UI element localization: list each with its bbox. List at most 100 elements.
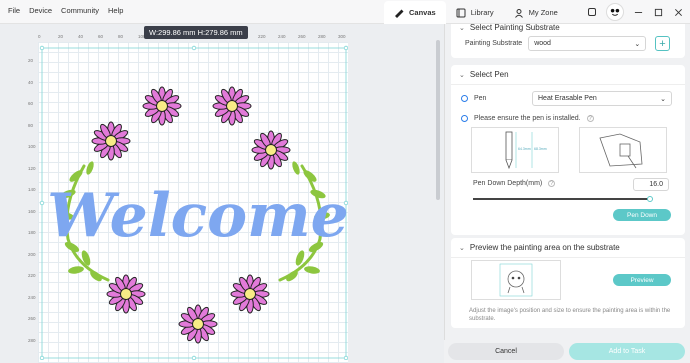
ruler-tick-label: 20 bbox=[28, 58, 34, 63]
settings-panel: ⌄ Select Painting Substrate Painting Sub… bbox=[444, 24, 690, 363]
ruler-tick-label: 260 bbox=[28, 316, 36, 321]
pen-label: Pen bbox=[474, 95, 487, 102]
canvas-scrollbar[interactable] bbox=[436, 40, 440, 200]
window-controls bbox=[586, 2, 684, 22]
minimize-icon[interactable] bbox=[632, 6, 644, 18]
tab-my-zone[interactable]: My Zone bbox=[504, 1, 568, 24]
chevron-down-icon: ⌄ bbox=[634, 40, 641, 48]
substrate-section-title: Select Painting Substrate bbox=[469, 24, 560, 32]
install-radio[interactable] bbox=[461, 115, 468, 122]
ruler-tick-label: 280 bbox=[28, 337, 36, 343]
pen-section-header[interactable]: ⌄ Select Pen bbox=[451, 65, 685, 85]
flower bbox=[230, 274, 270, 314]
tab-library[interactable]: Library bbox=[446, 1, 504, 24]
menu-device[interactable]: Device bbox=[29, 6, 52, 15]
canvas-icon bbox=[395, 9, 404, 18]
ruler-left: 20 40 60 80 100 120 140 160 180 200 220 240 260 280 bbox=[28, 42, 38, 363]
dimensions-readout: W:299.86 mm H:279.86 mm bbox=[144, 26, 248, 39]
ruler-tick-label: 220 bbox=[28, 273, 36, 278]
substrate-row: Painting Substrate wood ⌄ bbox=[465, 36, 647, 51]
pen-down-button[interactable]: Pen Down bbox=[613, 209, 671, 221]
flower bbox=[212, 86, 252, 126]
pen-section: ⌄ Select Pen Pen Heat Erasable Pen ⌄ Ple… bbox=[451, 65, 685, 235]
preview-section-header[interactable]: ⌄ Preview the painting area on the subst… bbox=[451, 238, 685, 258]
menu-help[interactable]: Help bbox=[108, 6, 123, 15]
ruler-tick-label: 120 bbox=[28, 165, 36, 171]
depth-input[interactable]: 16.0 bbox=[633, 178, 669, 191]
tab-my-zone-label: My Zone bbox=[528, 8, 558, 17]
ruler-tick-label: 240 bbox=[278, 34, 286, 39]
welcome-artwork[interactable]: Welcome bbox=[38, 44, 348, 360]
ruler-tick-label: 300 bbox=[338, 34, 346, 39]
ruler-tick-label: 180 bbox=[28, 230, 36, 235]
ruler-tick-label: 200 bbox=[28, 251, 36, 257]
pen-select[interactable]: Heat Erasable Pen ⌄ bbox=[532, 91, 672, 106]
ruler-tick-label: 280 bbox=[318, 34, 326, 39]
tab-canvas[interactable]: Canvas bbox=[384, 1, 446, 24]
cancel-button[interactable]: Cancel bbox=[448, 343, 564, 360]
ruler-tick-label: 60 bbox=[28, 101, 34, 106]
add-to-task-button[interactable]: Add to Task bbox=[569, 343, 685, 360]
menu-bar: File Device Community Help bbox=[8, 6, 123, 15]
pen-row: Pen Heat Erasable Pen ⌄ bbox=[461, 91, 672, 106]
depth-slider[interactable] bbox=[473, 198, 651, 200]
help-icon[interactable]: ? bbox=[586, 115, 594, 122]
pen-radio[interactable] bbox=[461, 95, 468, 102]
ruler-tick-label: 80 bbox=[118, 34, 124, 39]
help-icon[interactable]: ? bbox=[548, 180, 556, 187]
menu-community[interactable]: Community bbox=[61, 6, 99, 15]
canvas-area[interactable]: 0 20 40 60 80 100 120 140 160 180 200 220 240 260 280 3… bbox=[0, 24, 444, 363]
library-icon bbox=[456, 8, 466, 17]
menu-file[interactable]: File bbox=[8, 6, 20, 15]
ruler-tick-label: 80 bbox=[28, 122, 34, 128]
preview-section: ⌄ Preview the painting area on the subst… bbox=[451, 238, 685, 328]
pen-install-row: Please ensure the pen is installed. ? bbox=[461, 115, 594, 122]
flower bbox=[178, 304, 218, 344]
substrate-label: Painting Substrate bbox=[465, 40, 523, 47]
flower bbox=[91, 121, 131, 161]
depth-slider-handle[interactable] bbox=[647, 196, 653, 202]
flower bbox=[106, 274, 146, 314]
ruler-tick-label: 160 bbox=[28, 208, 36, 214]
measure-a: 64.3mm bbox=[518, 147, 531, 151]
pen-install-note: Please ensure the pen is installed. bbox=[474, 115, 581, 122]
pen-value: Heat Erasable Pen bbox=[538, 95, 597, 102]
ruler-tick-label: 40 bbox=[28, 79, 34, 85]
ruler-tick-label: 60 bbox=[98, 34, 104, 39]
tab-canvas-label: Canvas bbox=[409, 8, 436, 17]
flower bbox=[251, 130, 291, 170]
avatar[interactable] bbox=[606, 3, 624, 21]
chevron-down-icon: ⌄ bbox=[660, 95, 666, 103]
chevron-down-icon: ⌄ bbox=[459, 71, 465, 79]
maximize-icon[interactable] bbox=[652, 6, 664, 18]
chevron-down-icon: ⌄ bbox=[459, 24, 465, 32]
pen-install-image bbox=[579, 127, 667, 173]
ruler-tick-label: 0 bbox=[38, 34, 41, 39]
ruler-tick-label: 220 bbox=[258, 34, 266, 39]
ruler-tick-label: 140 bbox=[28, 187, 36, 192]
depth-value: 16.0 bbox=[649, 181, 663, 188]
tab-library-label: Library bbox=[470, 8, 494, 17]
flower bbox=[142, 86, 182, 126]
depth-row: Pen Down Depth(mm) ? bbox=[473, 180, 556, 187]
top-bar: File Device Community Help Canvas Librar… bbox=[0, 0, 690, 24]
preview-hint: Adjust the image's position and size to … bbox=[469, 308, 671, 322]
chevron-down-icon: ⌄ bbox=[459, 244, 465, 252]
footer-bar: Cancel Add to Task bbox=[444, 340, 690, 363]
ruler-tick-label: 100 bbox=[28, 144, 36, 149]
close-icon[interactable] bbox=[672, 6, 684, 18]
preview-image bbox=[471, 260, 561, 300]
preview-button[interactable]: Preview bbox=[613, 274, 671, 286]
substrate-select[interactable]: wood ⌄ bbox=[528, 36, 647, 51]
add-substrate-button[interactable]: + bbox=[655, 36, 670, 51]
depth-label: Pen Down Depth(mm) bbox=[473, 180, 543, 187]
main-tabs: Canvas Library My Zone bbox=[384, 1, 568, 24]
my-zone-icon bbox=[514, 8, 523, 18]
substrate-value: wood bbox=[534, 40, 551, 47]
ruler-tick-label: 20 bbox=[58, 34, 64, 39]
substrate-section: ⌄ Select Painting Substrate Painting Sub… bbox=[451, 24, 685, 58]
pen-section-title: Select Pen bbox=[469, 70, 509, 79]
measure-b: 68.3mm bbox=[534, 147, 547, 151]
ruler-tick-label: 40 bbox=[78, 34, 84, 39]
notification-icon[interactable] bbox=[586, 6, 598, 18]
